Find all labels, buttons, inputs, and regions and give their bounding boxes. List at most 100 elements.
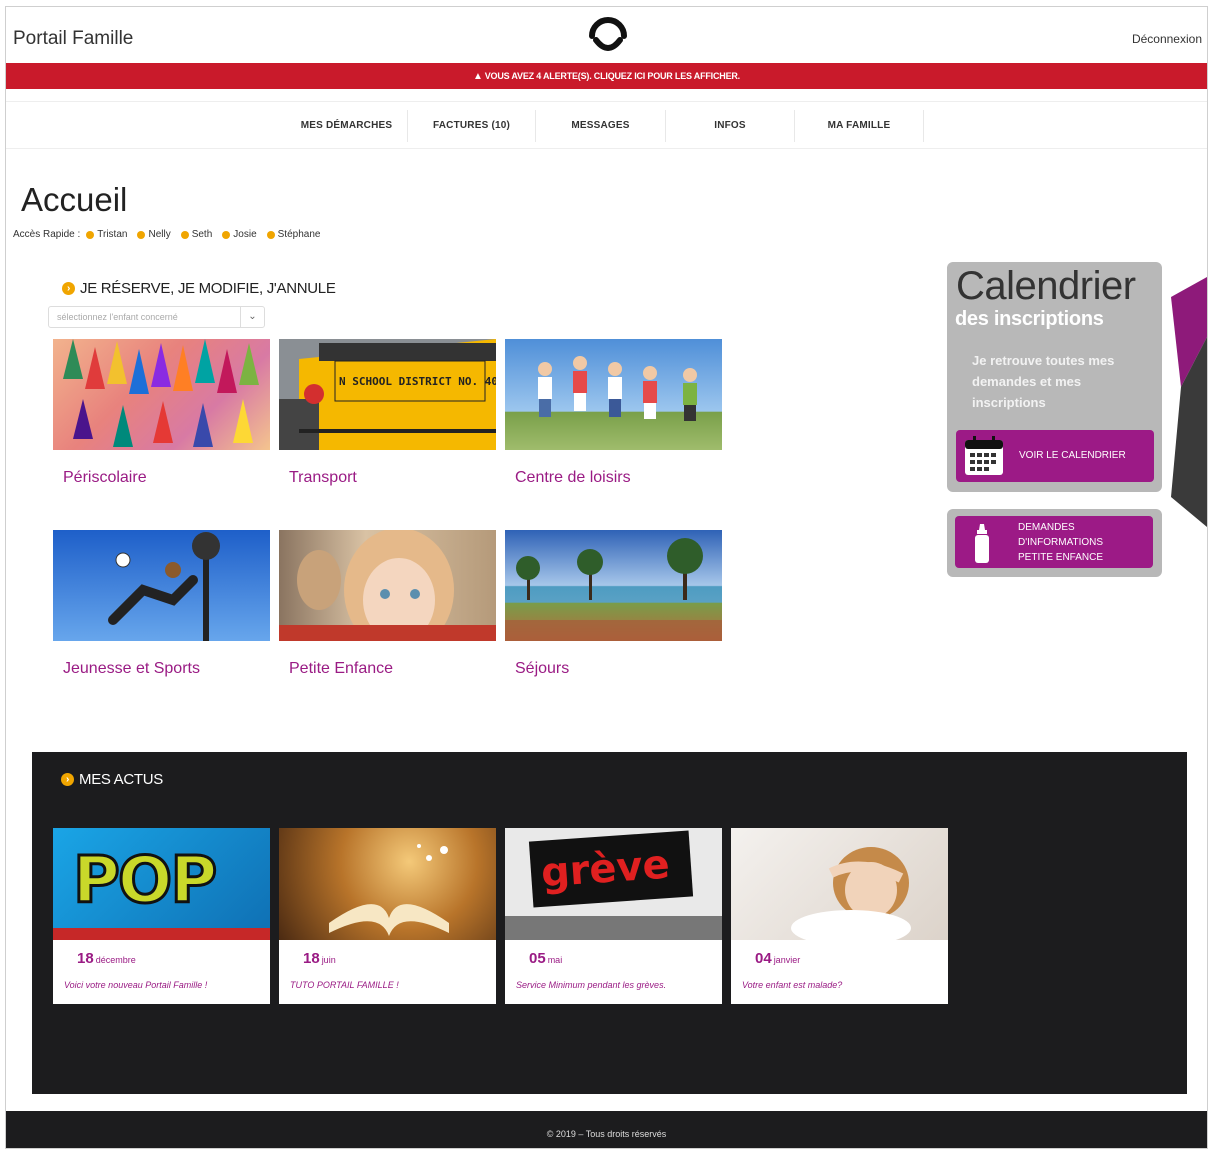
news-section: › MES ACTUS POP 18 décembre Voici votre n… <box>32 752 1187 1094</box>
soccer-kick-illustration <box>108 532 220 641</box>
child-name: Nelly <box>148 229 171 240</box>
news-date: 18 décembre <box>77 950 136 968</box>
news-text: Voici votre nouveau Portail Famille ! <box>64 980 208 990</box>
tile-label: Transport <box>289 469 357 486</box>
news-day: 18 <box>77 950 94 967</box>
quick-access-child[interactable]: Seth <box>180 229 212 240</box>
child-select[interactable]: sélectionnez l'enfant concerné ⌄ <box>48 306 265 328</box>
tile-petite-enfance[interactable]: Petite Enfance <box>279 530 496 678</box>
news-card[interactable]: POP 18 décembre Voici votre nouveau Porta… <box>53 828 270 1004</box>
sick-child-illustration <box>791 847 911 940</box>
news-month: mai <box>547 955 563 965</box>
quick-access: Accès Rapide : Tristan Nelly Seth Josie … <box>13 229 330 240</box>
tile-periscolaire[interactable]: Périscolaire <box>53 339 270 487</box>
news-heading-text: MES ACTUS <box>79 771 163 788</box>
jumping-kids-illustration <box>538 356 697 421</box>
tile-sejours[interactable]: Séjours <box>505 530 722 678</box>
bullet-icon <box>266 230 275 239</box>
page-title: Accueil <box>21 181 128 218</box>
child-select-placeholder: sélectionnez l'enfant concerné <box>57 312 178 322</box>
footer: © 2019 – Tous droits réservés <box>6 1111 1207 1148</box>
calendar-subtitle: des inscriptions <box>955 308 1104 330</box>
quick-access-child[interactable]: Josie <box>222 229 257 240</box>
transport-image: N SCHOOL DISTRICT NO. 403 <box>279 339 496 450</box>
calendar-icon <box>965 436 1003 475</box>
beach-trees-illustration <box>505 538 722 641</box>
info-request-line: D'INFORMATIONS <box>1018 537 1104 548</box>
info-request-card: DEMANDES D'INFORMATIONS PETITE ENFANCE <box>947 509 1162 577</box>
header: Portail Famille Déconnexion <box>6 7 1207 63</box>
footer-text: © 2019 – Tous droits réservés <box>546 1129 667 1139</box>
tile-label: Petite Enfance <box>289 660 394 677</box>
booking-heading: › JE RÉSERVE, JE MODIFIE, J'ANNULE <box>62 280 336 297</box>
news-text: Service Minimum pendant les grèves. <box>516 980 667 990</box>
chevron-down-icon: ⌄ <box>240 307 264 327</box>
news-image-sick-child <box>731 828 948 940</box>
app-title: Portail Famille <box>13 28 134 49</box>
nav-factures[interactable]: FACTURES (10) <box>408 110 536 142</box>
news-day: 05 <box>529 950 546 967</box>
warning-icon: ▲ <box>473 71 483 82</box>
main-nav: MES DÉMARCHES FACTURES (10) MESSAGES INF… <box>6 101 1207 149</box>
nav-infos[interactable]: INFOS <box>666 110 795 142</box>
news-card[interactable]: grève 05 mai Service Minimum pendant les … <box>505 828 722 1004</box>
tile-jeunesse-sports[interactable]: Jeunesse et Sports <box>53 530 270 678</box>
school-bus-illustration <box>279 339 496 450</box>
view-calendar-button[interactable]: VOIR LE CALENDRIER <box>956 430 1154 482</box>
jeunesse-sports-image <box>53 530 270 641</box>
news-date: 18 juin <box>303 950 336 968</box>
bullet-icon <box>137 230 146 239</box>
info-request-button[interactable]: DEMANDES D'INFORMATIONS PETITE ENFANCE <box>955 516 1153 568</box>
pencils-illustration <box>63 339 259 447</box>
logout-link[interactable]: Déconnexion <box>1132 32 1202 46</box>
tile-label: Séjours <box>515 660 570 677</box>
tile-label: Centre de loisirs <box>515 469 631 486</box>
news-card[interactable]: 04 janvier Votre enfant est malade? <box>731 828 948 1004</box>
view-calendar-label: VOIR LE CALENDRIER <box>1019 450 1126 461</box>
nav-messages[interactable]: MESSAGES <box>536 110 666 142</box>
alert-banner[interactable]: ▲ VOUS AVEZ 4 ALERTE(S). CLIQUEZ ICI POUR… <box>6 63 1207 89</box>
news-day: 18 <box>303 950 320 967</box>
bullet-icon <box>86 230 95 239</box>
quick-access-child[interactable]: Nelly <box>137 229 171 240</box>
nav-mes-demarches[interactable]: MES DÉMARCHES <box>286 110 408 142</box>
news-month: décembre <box>95 955 136 965</box>
info-request-line: DEMANDES <box>1018 522 1075 533</box>
news-image-art-text: POP <box>71 844 218 918</box>
news-image-book <box>279 828 496 940</box>
news-text: TUTO PORTAIL FAMILLE ! <box>290 980 399 990</box>
news-image-pop: POP <box>53 828 270 940</box>
news-date: 05 mai <box>529 950 562 968</box>
nav-ma-famille[interactable]: MA FAMILLE <box>795 110 924 142</box>
news-image-greve: grève <box>505 828 722 940</box>
open-book-illustration <box>329 844 449 936</box>
chevron-circle-icon: › <box>61 773 74 786</box>
news-month: janvier <box>773 955 801 965</box>
news-date: 04 janvier <box>755 950 800 968</box>
baby-bottle-icon <box>975 524 989 563</box>
page: Portail Famille Déconnexion ▲ VOUS AVEZ 4… <box>5 6 1208 1149</box>
news-month: juin <box>321 955 336 965</box>
bullet-icon <box>180 230 189 239</box>
child-seashell-illustration <box>279 530 496 641</box>
alert-text: VOUS AVEZ 4 ALERTE(S). CLIQUEZ ICI POUR … <box>484 71 740 81</box>
sejours-image <box>505 530 722 641</box>
quick-access-child[interactable]: Tristan <box>86 229 127 240</box>
quick-access-child[interactable]: Stéphane <box>266 229 320 240</box>
calendar-title: Calendrier <box>956 264 1136 308</box>
info-request-label: DEMANDES D'INFORMATIONS PETITE ENFANCE <box>1018 520 1103 565</box>
info-request-line: PETITE ENFANCE <box>1018 552 1104 563</box>
tile-transport[interactable]: N SCHOOL DISTRICT NO. 403 Transport <box>279 339 496 487</box>
bus-sign-text: N SCHOOL DISTRICT NO. 403 <box>339 375 496 388</box>
news-card[interactable]: 18 juin TUTO PORTAIL FAMILLE ! <box>279 828 496 1004</box>
side-decoration <box>1171 277 1207 527</box>
child-name: Josie <box>233 229 257 240</box>
news-image-art-text: grève <box>539 841 672 897</box>
tile-centre-loisirs[interactable]: Centre de loisirs <box>505 339 722 487</box>
quick-access-label: Accès Rapide : <box>13 229 81 240</box>
child-name: Tristan <box>97 229 128 240</box>
logo-icon[interactable] <box>586 16 630 56</box>
chevron-circle-icon: › <box>62 282 75 295</box>
news-day: 04 <box>755 950 772 967</box>
booking-heading-text: JE RÉSERVE, JE MODIFIE, J'ANNULE <box>80 280 336 297</box>
